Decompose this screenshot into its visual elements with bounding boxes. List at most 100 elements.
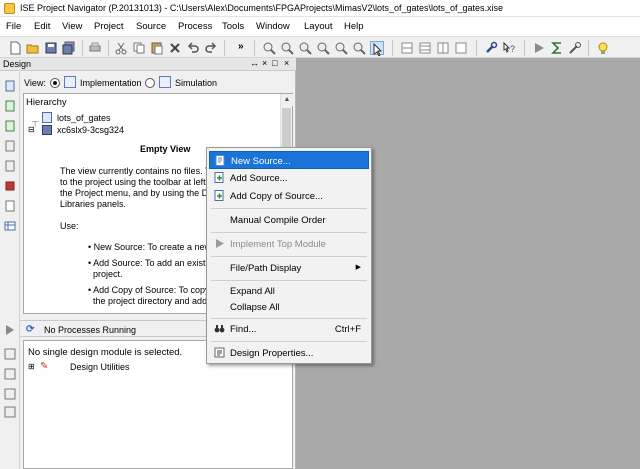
tree-item-project[interactable]: lots_of_gates	[57, 113, 111, 123]
process-table-strip-icon[interactable]	[4, 408, 16, 420]
empty-view-heading: Empty View	[140, 144, 191, 154]
tree-item-device[interactable]: xc6slx9-3csg324	[57, 125, 124, 135]
save-all-icon[interactable]	[62, 41, 76, 55]
bullet-add-source: • Add Source: To add an existin	[88, 258, 213, 268]
panel-maximize-icon[interactable]: □	[272, 58, 277, 68]
add-copy-strip-icon[interactable]	[4, 120, 16, 132]
print-icon[interactable]	[88, 41, 102, 55]
view-selector: View: Implementation Simulation	[20, 73, 296, 93]
menu-separator	[211, 318, 367, 319]
design-panel-header: Design ↔ × □ ×	[0, 58, 296, 71]
redo-icon[interactable]	[204, 41, 218, 55]
add-source-strip-icon[interactable]	[4, 100, 16, 112]
panel-close-icon[interactable]: ×	[262, 58, 267, 68]
design-panel-title: Design	[3, 59, 32, 69]
expand-icon[interactable]: ⊞	[28, 362, 35, 371]
menu-source[interactable]: Source	[136, 21, 166, 32]
zoom-full-icon[interactable]	[298, 41, 312, 55]
simulation-radio[interactable]	[145, 78, 155, 88]
layout-rows-icon[interactable]	[418, 41, 432, 55]
new-file-icon[interactable]	[8, 41, 22, 55]
select-pointer-icon[interactable]	[370, 41, 384, 56]
run-icon[interactable]	[532, 41, 546, 55]
menu-manual-compile-order[interactable]: Manual Compile Order	[209, 211, 369, 229]
title-bar: ISE Project Navigator (P.20131013) - C:\…	[0, 0, 640, 17]
menu-process[interactable]: Process	[178, 21, 212, 32]
menu-edit[interactable]: Edit	[34, 21, 50, 32]
zoom-in-icon[interactable]	[262, 41, 276, 55]
zoom-previous-icon[interactable]	[352, 41, 366, 55]
scroll-up-icon[interactable]: ▲	[281, 94, 293, 106]
bullet-new-source: • New Source: To create a new	[88, 242, 212, 252]
menu-find[interactable]: Find... Ctrl+F	[209, 320, 369, 338]
bullet-add-copy: • Add Copy of Source: To copy a	[88, 285, 218, 295]
layout-single-icon[interactable]	[454, 41, 468, 55]
process-status: No Processes Running	[44, 325, 137, 335]
delete-icon[interactable]	[168, 41, 182, 55]
lightbulb-icon[interactable]	[596, 41, 610, 55]
menu-add-source[interactable]: Add Source...	[209, 169, 369, 187]
cut-icon[interactable]	[114, 41, 128, 55]
binoculars-icon	[214, 323, 225, 334]
properties-strip-icon[interactable]	[4, 200, 16, 212]
help-pointer-icon[interactable]: ?	[502, 41, 516, 55]
zoom-out-icon[interactable]	[280, 41, 294, 55]
paste-icon[interactable]	[150, 41, 164, 55]
copy-icon[interactable]	[132, 41, 146, 55]
menu-tools[interactable]: Tools	[222, 21, 244, 32]
menu-collapse-all[interactable]: Collapse All	[209, 298, 369, 316]
menu-design-properties[interactable]: Design Properties...	[209, 344, 369, 362]
save-icon[interactable]	[44, 41, 58, 55]
run-process-strip-icon[interactable]	[4, 324, 16, 336]
menu-separator	[211, 256, 367, 257]
design-side-toolbar	[0, 72, 20, 469]
wrench-icon[interactable]	[484, 41, 498, 55]
simulation-label[interactable]: Simulation	[175, 78, 217, 88]
menu-separator	[211, 232, 367, 233]
process-tool-strip-icon-3[interactable]	[4, 388, 16, 400]
menu-help[interactable]: Help	[344, 21, 364, 32]
undo-icon[interactable]	[186, 41, 200, 55]
process-tool-strip-icon-2[interactable]	[4, 368, 16, 380]
library-strip-icon[interactable]	[4, 180, 16, 192]
tree-collapse-icon[interactable]: ⊟	[28, 125, 35, 134]
menu-add-copy-source[interactable]: Add Copy of Source...	[209, 187, 369, 205]
menu-file-path-display[interactable]: File/Path Display ▶	[209, 259, 369, 277]
no-module-message: No single design module is selected.	[28, 347, 183, 358]
menu-window[interactable]: Window	[256, 21, 290, 32]
tools-icon[interactable]	[568, 41, 582, 55]
design-utilities-icon: ✎	[40, 361, 49, 372]
panel-float-icon[interactable]: ↔	[250, 58, 259, 68]
zoom-fit-icon[interactable]	[316, 41, 330, 55]
process-tool-strip-icon-1[interactable]	[4, 348, 16, 360]
svg-text:?: ?	[510, 44, 515, 54]
open-strip-icon[interactable]	[4, 140, 16, 152]
layout-columns-icon[interactable]	[436, 41, 450, 55]
table-strip-icon[interactable]	[4, 220, 16, 232]
menu-bar: File Edit View Project Source Process To…	[0, 17, 640, 36]
implementation-radio[interactable]	[50, 78, 60, 88]
menu-new-source[interactable]: New Source...	[209, 151, 369, 169]
run-arrow-icon	[214, 238, 225, 249]
menu-project[interactable]: Project	[94, 21, 124, 32]
add-copy-source-icon	[214, 190, 225, 201]
new-source-icon	[215, 155, 226, 166]
project-file-icon	[42, 112, 52, 123]
menu-view[interactable]: View	[62, 21, 82, 32]
view-label: View:	[24, 78, 46, 88]
new-source-strip-icon[interactable]	[4, 80, 16, 92]
menu-layout[interactable]: Layout	[304, 21, 333, 32]
design-utilities-item[interactable]: Design Utilities	[70, 362, 130, 372]
implementation-label[interactable]: Implementation	[80, 78, 142, 88]
zoom-select-icon[interactable]	[334, 41, 348, 55]
empty-view-line-4: Libraries panels.	[60, 199, 127, 209]
overflow-chevron-icon[interactable]: »	[238, 41, 252, 55]
refresh-icon: ⟳	[26, 324, 35, 335]
sigma-icon[interactable]	[550, 41, 564, 55]
menu-separator	[211, 208, 367, 209]
hierarchy-strip-icon[interactable]	[4, 160, 16, 172]
panel-close-x-icon[interactable]: ×	[284, 58, 289, 68]
open-folder-icon[interactable]	[26, 41, 40, 55]
menu-file[interactable]: File	[6, 21, 21, 32]
layout-split-icon[interactable]	[400, 41, 414, 55]
